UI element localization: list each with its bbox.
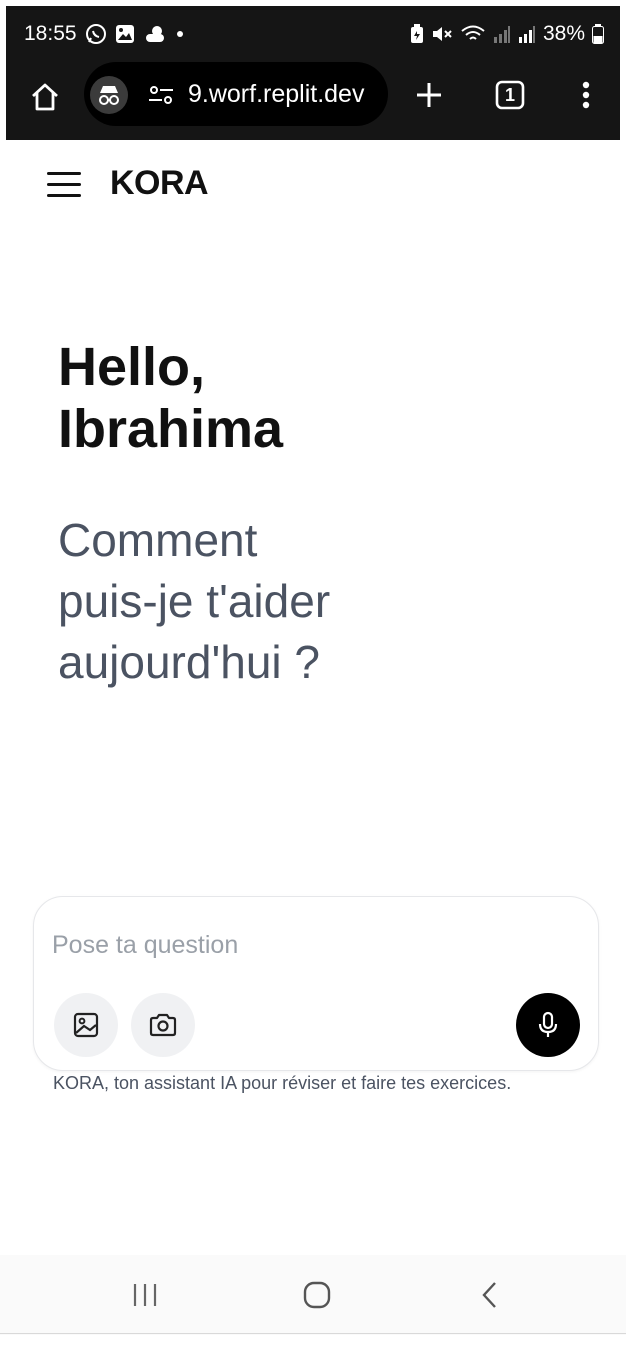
incognito-icon	[90, 76, 128, 114]
status-right: 38%	[410, 22, 604, 46]
brand-title: KORA	[110, 164, 209, 202]
greeting-name: Ibrahima	[58, 399, 284, 459]
address-bar[interactable]: 9.worf.replit.dev	[84, 62, 388, 126]
status-left: 18:55	[24, 22, 185, 46]
browser-toolbar: 9.worf.replit.dev 1	[6, 62, 620, 140]
microphone-icon	[537, 1011, 559, 1039]
signal-icon	[518, 25, 536, 43]
question-input[interactable]	[52, 925, 552, 965]
new-tab-icon[interactable]	[408, 74, 450, 116]
greeting-line-1: Hello,	[58, 337, 206, 397]
mute-icon	[431, 24, 453, 44]
question-line-1: Comment	[58, 514, 258, 566]
menu-icon[interactable]	[47, 172, 81, 198]
microphone-button[interactable]	[516, 993, 580, 1057]
system-nav-bar	[0, 1255, 626, 1335]
tab-count: 1	[504, 84, 515, 105]
url-text: 9.worf.replit.dev	[188, 80, 365, 108]
home-circle-icon[interactable]	[287, 1273, 347, 1317]
question-line-2: puis-je t'aider	[58, 575, 331, 627]
bottom-divider	[0, 1333, 626, 1334]
camera-icon	[148, 1012, 178, 1038]
question-line-3: aujourd'hui ?	[58, 636, 320, 688]
battery-icon	[592, 24, 604, 44]
home-icon[interactable]	[24, 76, 66, 118]
image-upload-icon	[72, 1011, 100, 1039]
greeting: Hello, Ibrahima	[58, 336, 398, 460]
gallery-icon	[115, 24, 135, 44]
battery-saver-icon	[410, 24, 424, 44]
camera-button[interactable]	[131, 993, 195, 1057]
wifi-icon	[460, 24, 486, 44]
more-menu-icon[interactable]	[566, 74, 606, 116]
disclaimer-text: KORA, ton assistant IA pour réviser et f…	[53, 1073, 512, 1093]
tabs-icon[interactable]: 1	[488, 74, 532, 116]
signal-icon	[493, 25, 511, 43]
chat-composer	[33, 896, 599, 1071]
image-upload-button[interactable]	[54, 993, 118, 1057]
prompt-question: Comment puis-je t'aider aujourd'hui ?	[58, 510, 418, 693]
battery-percent: 38%	[542, 22, 585, 45]
screen: 18:55 38% 9.worf.replit.dev 1 KORA Hello…	[0, 0, 626, 1352]
back-chevron-icon[interactable]	[460, 1273, 520, 1317]
weather-icon	[143, 24, 167, 44]
dot-icon	[175, 29, 185, 39]
status-bar: 18:55 38%	[6, 6, 620, 62]
app-header: KORA	[0, 142, 626, 226]
site-settings-icon[interactable]	[146, 80, 176, 110]
status-time: 18:55	[24, 22, 77, 45]
whatsapp-icon	[85, 23, 107, 45]
recent-apps-icon[interactable]	[115, 1273, 175, 1317]
